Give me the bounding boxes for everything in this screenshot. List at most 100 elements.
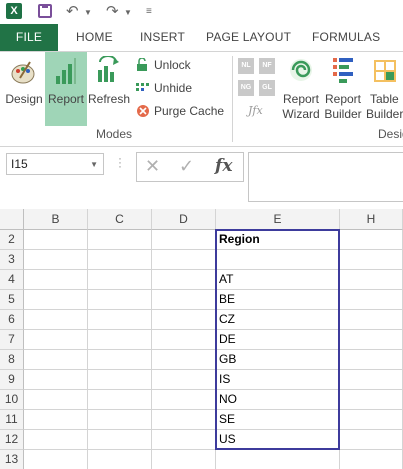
cell-d[interactable] [152, 310, 216, 330]
cell-h[interactable] [340, 430, 403, 450]
cell-b[interactable] [24, 410, 88, 430]
customize-qat-icon[interactable]: ≡ [146, 6, 152, 17]
cell-h[interactable] [340, 330, 403, 350]
cell-h[interactable] [340, 410, 403, 430]
cell-c[interactable] [88, 270, 152, 290]
report-wizard-button[interactable]: Report Wizard [280, 52, 322, 126]
resize-handle-icon[interactable]: · · · [118, 152, 122, 172]
cell-e[interactable]: CZ [216, 310, 340, 330]
tab-file[interactable]: FILE [0, 24, 58, 51]
cell-d[interactable] [152, 250, 216, 270]
report-button[interactable]: Report [45, 52, 87, 126]
cell-h[interactable] [340, 310, 403, 330]
unhide-button[interactable]: Unhide [136, 78, 226, 98]
cell-h[interactable] [340, 290, 403, 310]
cell-e[interactable]: Region [216, 230, 340, 250]
row-header[interactable]: 8 [0, 350, 24, 370]
name-box[interactable]: I15 ▼ [6, 153, 104, 175]
row-header[interactable]: 2 [0, 230, 24, 250]
row-header[interactable]: 11 [0, 410, 24, 430]
cell-b[interactable] [24, 250, 88, 270]
cell-h[interactable] [340, 270, 403, 290]
cell-d[interactable] [152, 330, 216, 350]
nf-box-icon[interactable]: NF [259, 58, 275, 74]
cell-c[interactable] [88, 310, 152, 330]
cell-h[interactable] [340, 350, 403, 370]
cell-c[interactable] [88, 370, 152, 390]
cell-e[interactable]: AT [216, 270, 340, 290]
cell-e[interactable] [216, 450, 340, 469]
row-header[interactable]: 3 [0, 250, 24, 270]
cell-d[interactable] [152, 350, 216, 370]
cell-e[interactable]: IS [216, 370, 340, 390]
jfx-button[interactable]: Jfx [248, 104, 263, 117]
cell-h[interactable] [340, 450, 403, 469]
cell-b[interactable] [24, 270, 88, 290]
excel-icon[interactable]: X [6, 3, 22, 19]
row-header[interactable]: 5 [0, 290, 24, 310]
column-header-b[interactable]: B [24, 209, 88, 230]
cell-c[interactable] [88, 330, 152, 350]
cell-c[interactable] [88, 290, 152, 310]
column-header-c[interactable]: C [88, 209, 152, 230]
design-button[interactable]: Design [2, 52, 46, 126]
tab-formulas[interactable]: FORMULAS [312, 24, 380, 51]
cell-d[interactable] [152, 270, 216, 290]
cell-e[interactable]: GB [216, 350, 340, 370]
chevron-down-icon[interactable]: ▼ [90, 155, 98, 175]
insert-function-icon[interactable]: fx [215, 156, 232, 176]
row-header[interactable]: 13 [0, 450, 24, 469]
cell-c[interactable] [88, 250, 152, 270]
row-header[interactable]: 9 [0, 370, 24, 390]
cell-c[interactable] [88, 230, 152, 250]
cell-e[interactable]: DE [216, 330, 340, 350]
gl-box-icon[interactable]: GL [259, 80, 275, 96]
row-header[interactable]: 7 [0, 330, 24, 350]
cell-b[interactable] [24, 390, 88, 410]
unlock-button[interactable]: Unlock [136, 55, 226, 75]
cell-c[interactable] [88, 430, 152, 450]
report-builder-button[interactable]: Report Builder [322, 52, 364, 126]
undo-dropdown-icon[interactable]: ▼ [84, 8, 92, 17]
cell-b[interactable] [24, 290, 88, 310]
cell-d[interactable] [152, 230, 216, 250]
row-header[interactable]: 6 [0, 310, 24, 330]
cell-b[interactable] [24, 330, 88, 350]
tab-home[interactable]: HOME [76, 24, 113, 51]
redo-dropdown-icon[interactable]: ▼ [124, 8, 132, 17]
cell-b[interactable] [24, 310, 88, 330]
cell-d[interactable] [152, 410, 216, 430]
cell-b[interactable] [24, 370, 88, 390]
cell-e[interactable]: BE [216, 290, 340, 310]
column-header-d[interactable]: D [152, 209, 216, 230]
tab-insert[interactable]: INSERT [140, 24, 185, 51]
confirm-icon[interactable]: ✓ [179, 156, 194, 177]
cell-c[interactable] [88, 410, 152, 430]
cell-b[interactable] [24, 230, 88, 250]
column-header-h[interactable]: H [340, 209, 403, 230]
cancel-icon[interactable]: ✕ [145, 156, 160, 177]
ng-box-icon[interactable]: NG [238, 80, 254, 96]
cell-e[interactable]: SE [216, 410, 340, 430]
cell-h[interactable] [340, 390, 403, 410]
cell-c[interactable] [88, 350, 152, 370]
cell-c[interactable] [88, 450, 152, 469]
cell-h[interactable] [340, 250, 403, 270]
select-all-corner[interactable] [0, 209, 24, 230]
cell-h[interactable] [340, 370, 403, 390]
formula-input[interactable] [248, 152, 403, 202]
row-header[interactable]: 4 [0, 270, 24, 290]
cell-d[interactable] [152, 430, 216, 450]
save-icon[interactable] [38, 4, 52, 18]
cell-b[interactable] [24, 350, 88, 370]
cell-b[interactable] [24, 450, 88, 469]
cell-b[interactable] [24, 430, 88, 450]
row-header[interactable]: 12 [0, 430, 24, 450]
purge-cache-button[interactable]: Purge Cache [136, 101, 232, 121]
row-header[interactable]: 10 [0, 390, 24, 410]
cell-e[interactable] [216, 250, 340, 270]
column-header-e[interactable]: E [216, 209, 340, 230]
cell-h[interactable] [340, 230, 403, 250]
cell-d[interactable] [152, 450, 216, 469]
cell-d[interactable] [152, 390, 216, 410]
